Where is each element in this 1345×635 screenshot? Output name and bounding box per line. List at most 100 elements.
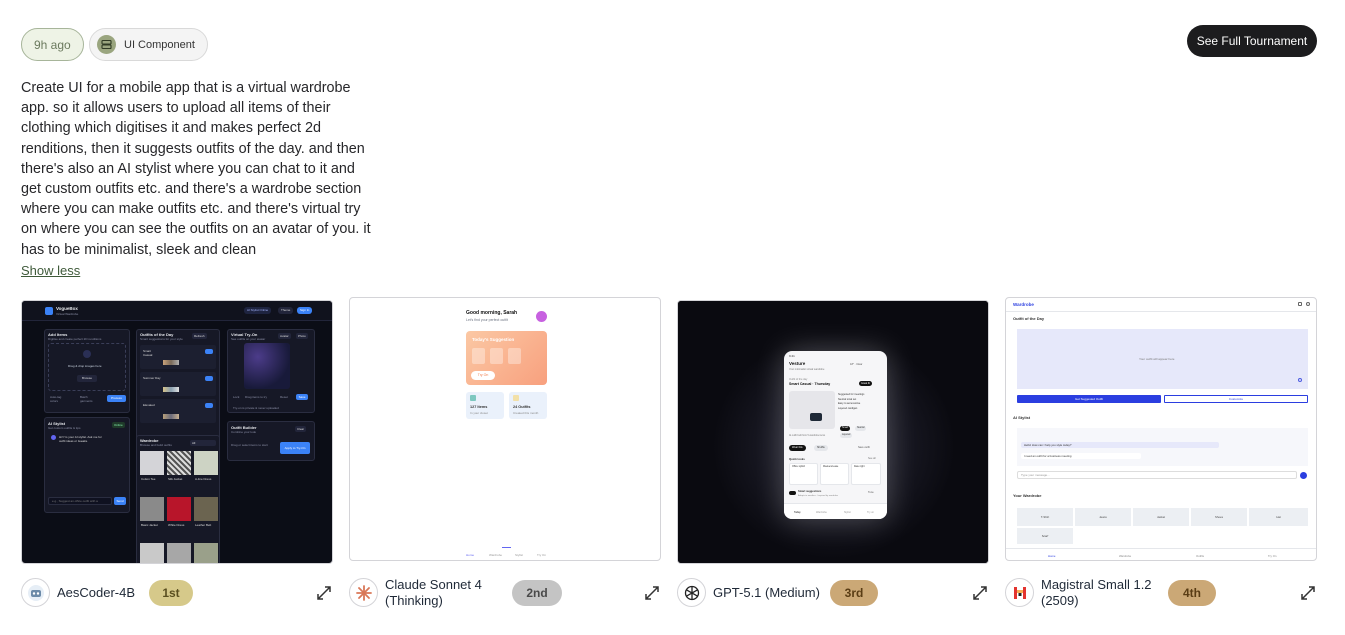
quick-card[interactable]: Weekend ease <box>820 463 849 485</box>
process-button[interactable]: Process <box>107 395 126 402</box>
app-sub: Your minimalist virtual wardrobe <box>789 368 825 371</box>
wardrobe-thumb[interactable] <box>140 497 164 521</box>
theme-button[interactable]: Theme <box>278 307 294 314</box>
wardrobe-item[interactable]: Shoes <box>1191 508 1247 526</box>
expand-icon[interactable] <box>315 584 333 602</box>
chip[interactable]: Layered <box>840 433 853 438</box>
quick-card[interactable]: Office stylish <box>789 463 818 485</box>
wardrobe-thumb[interactable] <box>194 451 218 475</box>
wardrobe-thumb[interactable] <box>194 543 218 563</box>
stylist-input[interactable]: e.g., Suggest an office outfit with a <box>48 497 112 505</box>
wardrobe-item[interactable]: Hat <box>1249 508 1308 526</box>
ai-status-pill[interactable]: AI Stylist Online <box>244 307 272 314</box>
dropzone-text: Drag & drop images here <box>68 364 102 368</box>
suggestion-title: Today's Suggestion <box>472 337 515 342</box>
refresh-button[interactable]: Refresh <box>192 333 207 339</box>
settings-icon[interactable] <box>1306 302 1310 306</box>
wardrobe-thumb[interactable] <box>140 543 164 563</box>
ai-note: AI outfit built from 5 wardrobe items <box>789 435 826 437</box>
smart-cta[interactable]: Tune <box>868 491 874 494</box>
nav-tryon[interactable]: Try On <box>1268 554 1276 558</box>
filter-select[interactable]: All <box>190 440 216 446</box>
browse-button[interactable]: Browse <box>77 375 97 382</box>
wardrobe-item[interactable]: Scarf <box>1017 528 1073 544</box>
select-button[interactable] <box>205 403 213 408</box>
expand-icon[interactable] <box>1299 584 1317 602</box>
prompt-line: has to be minimalist, sleek and clean <box>21 241 257 258</box>
avatar-canvas[interactable] <box>244 343 290 389</box>
wear-button[interactable]: Wear this <box>789 445 806 451</box>
expand-icon[interactable] <box>643 584 661 602</box>
stylist-sub: Get custom outfits & tips <box>48 426 81 430</box>
nav-wardrobe[interactable]: Wardrobe <box>489 553 502 557</box>
reset-button[interactable]: Reset <box>280 395 288 399</box>
builder-hint: Drag or select items to start <box>231 443 268 447</box>
select-button[interactable] <box>205 376 213 381</box>
preview-card-gpt[interactable]: 9:41 Vesture Your minimalist virtual war… <box>677 300 989 564</box>
batch-checkbox[interactable]: Batch garments <box>80 395 98 403</box>
wardrobe-item[interactable]: Jeans <box>1075 508 1131 526</box>
preview-card-claude[interactable]: Good morning, Sarah Let's find your perf… <box>349 297 661 561</box>
wardrobe-item[interactable]: Jacket <box>1133 508 1189 526</box>
suggest-outfit-button[interactable]: Get Suggested Outfit <box>1017 395 1161 403</box>
avatar-tab[interactable]: Avatar <box>278 333 291 339</box>
wardrobe-item[interactable]: T-Shirt <box>1017 508 1073 526</box>
tab-stylist[interactable]: Stylist <box>844 511 851 514</box>
moon-icon[interactable] <box>1298 302 1302 306</box>
ootd-item-name: Summer Day <box>143 376 161 380</box>
chip[interactable]: Neutral <box>855 426 867 431</box>
preview-card-magistral[interactable]: Wardrobe Outfit of the Day Your outfit w… <box>1005 297 1317 561</box>
apply-tryon-button[interactable]: Apply to Try-On <box>280 442 310 454</box>
send-icon[interactable] <box>1300 472 1307 479</box>
rank-badge: 2nd <box>512 580 562 606</box>
chat-input[interactable]: Type your message... <box>1017 471 1297 479</box>
robot-avatar-icon <box>21 578 50 607</box>
nav-home[interactable]: Home <box>466 553 474 557</box>
avatar[interactable] <box>536 311 547 322</box>
nav-stylist[interactable]: Stylist <box>515 553 523 557</box>
nav-tryon[interactable]: Try On <box>537 553 546 557</box>
nav-outfits[interactable]: Outfits <box>1196 554 1204 558</box>
quick-more[interactable]: See all <box>868 457 876 460</box>
wardrobe-thumb[interactable] <box>167 451 191 475</box>
prompt-line: app. so it allows users to upload all it… <box>21 100 331 117</box>
outfit-image <box>789 391 835 429</box>
shuffle-button[interactable]: Shuffle <box>814 445 828 451</box>
item-label: A-line Dress <box>195 477 212 481</box>
model-name-line: (Thinking) <box>385 593 443 608</box>
customize-button[interactable]: Customize <box>1164 395 1308 403</box>
nav-wardrobe[interactable]: Wardrobe <box>1119 554 1131 558</box>
expand-icon[interactable] <box>971 584 989 602</box>
see-full-tournament-button[interactable]: See Full Tournament <box>1187 25 1317 57</box>
lock-button[interactable]: Lock <box>233 395 239 399</box>
wardrobe-thumb[interactable] <box>167 497 191 521</box>
show-less-link[interactable]: Show less <box>21 263 80 278</box>
send-button[interactable]: Send <box>114 497 126 505</box>
swatch <box>163 360 179 365</box>
chip[interactable]: Smart <box>840 426 851 431</box>
try-on-button[interactable]: Try On <box>471 371 495 380</box>
drag-hint: Drag items to try <box>245 395 268 399</box>
preview-card-aescoder[interactable]: VogueBox Virtual Wardrobe AI Stylist Onl… <box>21 300 333 564</box>
save-button[interactable]: Save <box>296 394 308 400</box>
tab-tryon[interactable]: Try on <box>867 511 874 514</box>
sign-in-button[interactable]: Sign In <box>297 307 313 314</box>
save-outfit-link[interactable]: Save outfit <box>858 446 870 449</box>
refresh-icon[interactable] <box>1298 378 1302 382</box>
model-name: Magistral Small 1.2 (2509) <box>1041 577 1152 609</box>
tab-wardrobe[interactable]: Wardrobe <box>816 511 827 514</box>
quick-card[interactable]: Date night <box>851 463 881 485</box>
clear-button[interactable]: Clear <box>295 426 307 432</box>
wardrobe-thumb[interactable] <box>167 543 191 563</box>
category-label: UI Component <box>124 38 195 51</box>
photo-tab[interactable]: Photo <box>296 333 308 339</box>
nav-home[interactable]: Home <box>1048 554 1055 558</box>
auto-tag-checkbox[interactable]: Auto-tag colors <box>50 395 68 403</box>
tryon-sub: See outfits on your avatar <box>231 337 266 341</box>
wardrobe-thumb[interactable] <box>140 451 164 475</box>
select-button[interactable] <box>205 349 213 354</box>
bullet: Layered cardigan <box>838 406 858 410</box>
tab-today[interactable]: Today <box>794 511 801 514</box>
smart-toggle[interactable] <box>789 491 796 495</box>
wardrobe-thumb[interactable] <box>194 497 218 521</box>
